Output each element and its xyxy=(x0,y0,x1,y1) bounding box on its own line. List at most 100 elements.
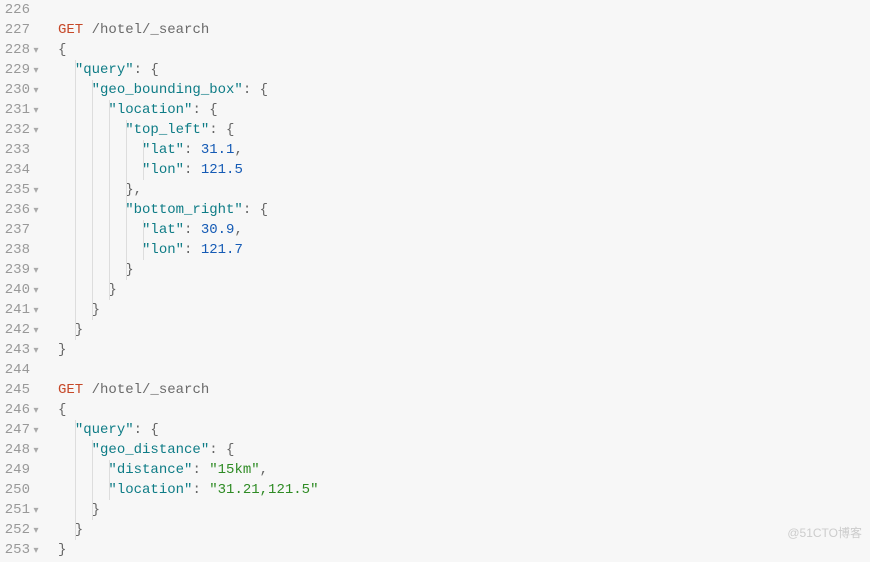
token-pun: } xyxy=(58,502,100,518)
code-line[interactable]: "bottom_right": { xyxy=(58,200,870,220)
code-line[interactable]: { xyxy=(58,400,870,420)
token-kw: GET xyxy=(58,22,83,38)
code-line[interactable] xyxy=(58,0,870,20)
watermark-text: @51CTO博客 xyxy=(787,523,862,543)
indent-guide xyxy=(92,480,93,500)
indent-guide xyxy=(109,140,110,160)
code-line[interactable]: "lon": 121.5 xyxy=(58,160,870,180)
code-line[interactable] xyxy=(58,360,870,380)
token-pun xyxy=(58,62,75,78)
token-key: "distance" xyxy=(108,462,192,478)
token-pun xyxy=(58,102,108,118)
fold-marker-icon[interactable]: ▾ xyxy=(32,282,40,302)
code-line[interactable]: "lat": 31.1, xyxy=(58,140,870,160)
indent-guide xyxy=(126,220,127,240)
token-str: "31.21,121.5" xyxy=(209,482,318,498)
code-line[interactable]: } xyxy=(58,320,870,340)
code-line[interactable]: "top_left": { xyxy=(58,120,870,140)
token-key: "lat" xyxy=(142,222,184,238)
token-pun: } xyxy=(58,302,100,318)
code-line[interactable]: "geo_distance": { xyxy=(58,440,870,460)
code-line[interactable]: { xyxy=(58,40,870,60)
fold-marker-icon[interactable]: ▾ xyxy=(32,302,40,322)
token-pun xyxy=(58,242,142,258)
indent-guide xyxy=(92,140,93,160)
fold-marker-icon[interactable]: ▾ xyxy=(32,442,40,462)
line-number: 253▾ xyxy=(4,540,40,560)
indent-guide xyxy=(75,300,76,320)
fold-marker-icon[interactable]: ▾ xyxy=(32,42,40,62)
token-key: "bottom_right" xyxy=(125,202,243,218)
code-line[interactable]: "location": "31.21,121.5" xyxy=(58,480,870,500)
line-number: 231▾ xyxy=(4,100,40,120)
code-line[interactable]: "location": { xyxy=(58,100,870,120)
indent-guide xyxy=(92,500,93,520)
token-key: "query" xyxy=(75,62,134,78)
code-line[interactable]: "geo_bounding_box": { xyxy=(58,80,870,100)
indent-guide xyxy=(75,460,76,480)
code-area[interactable]: GET /hotel/_search{ "query": { "geo_boun… xyxy=(46,0,870,560)
token-key: "lon" xyxy=(142,242,184,258)
fold-marker-icon[interactable]: ▾ xyxy=(32,322,40,342)
line-number: 248▾ xyxy=(4,440,40,460)
line-number: 252▾ xyxy=(4,520,40,540)
indent-guide xyxy=(126,120,127,140)
fold-marker-icon[interactable]: ▾ xyxy=(32,502,40,522)
token-pun: } xyxy=(58,342,66,358)
code-line[interactable]: }, xyxy=(58,180,870,200)
code-line[interactable]: } xyxy=(58,520,870,540)
line-number: 244 xyxy=(4,360,40,380)
fold-marker-icon[interactable]: ▾ xyxy=(32,342,40,362)
fold-marker-icon[interactable]: ▾ xyxy=(32,62,40,82)
code-line[interactable]: "distance": "15km", xyxy=(58,460,870,480)
indent-guide xyxy=(75,320,76,340)
fold-marker-icon[interactable]: ▾ xyxy=(32,422,40,442)
indent-guide xyxy=(75,220,76,240)
indent-guide xyxy=(126,200,127,220)
token-pun: , xyxy=(234,142,242,158)
token-pun xyxy=(58,142,142,158)
indent-guide xyxy=(75,240,76,260)
fold-marker-icon[interactable]: ▾ xyxy=(32,102,40,122)
token-pun: { xyxy=(58,42,66,58)
line-number: 237 xyxy=(4,220,40,240)
fold-marker-icon[interactable]: ▾ xyxy=(32,262,40,282)
code-line[interactable]: } xyxy=(58,280,870,300)
code-line[interactable]: } xyxy=(58,340,870,360)
code-line[interactable]: } xyxy=(58,540,870,560)
token-pun: } xyxy=(58,322,83,338)
fold-marker-icon[interactable]: ▾ xyxy=(32,122,40,142)
fold-marker-icon[interactable]: ▾ xyxy=(32,522,40,542)
line-number: 242▾ xyxy=(4,320,40,340)
indent-guide xyxy=(109,180,110,200)
indent-guide xyxy=(109,280,110,300)
token-num: 31.1 xyxy=(201,142,235,158)
token-pun: : { xyxy=(243,202,268,218)
code-line[interactable]: "query": { xyxy=(58,420,870,440)
code-line[interactable]: "query": { xyxy=(58,60,870,80)
line-number: 240▾ xyxy=(4,280,40,300)
code-line[interactable]: } xyxy=(58,260,870,280)
token-num: 30.9 xyxy=(201,222,235,238)
fold-marker-icon[interactable]: ▾ xyxy=(32,202,40,222)
fold-marker-icon[interactable]: ▾ xyxy=(32,402,40,422)
indent-guide xyxy=(92,240,93,260)
fold-marker-icon[interactable]: ▾ xyxy=(32,542,40,562)
code-line[interactable]: } xyxy=(58,500,870,520)
indent-guide xyxy=(92,300,93,320)
indent-guide xyxy=(109,160,110,180)
token-pun xyxy=(58,482,108,498)
code-line[interactable]: GET /hotel/_search xyxy=(58,380,870,400)
code-line[interactable]: "lon": 121.7 xyxy=(58,240,870,260)
code-line[interactable]: } xyxy=(58,300,870,320)
code-line[interactable]: GET /hotel/_search xyxy=(58,20,870,40)
line-number: 251▾ xyxy=(4,500,40,520)
token-pun: : xyxy=(184,222,201,238)
indent-guide xyxy=(92,120,93,140)
fold-marker-icon[interactable]: ▾ xyxy=(32,182,40,202)
indent-guide xyxy=(109,100,110,120)
indent-guide xyxy=(92,160,93,180)
fold-marker-icon[interactable]: ▾ xyxy=(32,82,40,102)
indent-guide xyxy=(75,420,76,440)
code-line[interactable]: "lat": 30.9, xyxy=(58,220,870,240)
